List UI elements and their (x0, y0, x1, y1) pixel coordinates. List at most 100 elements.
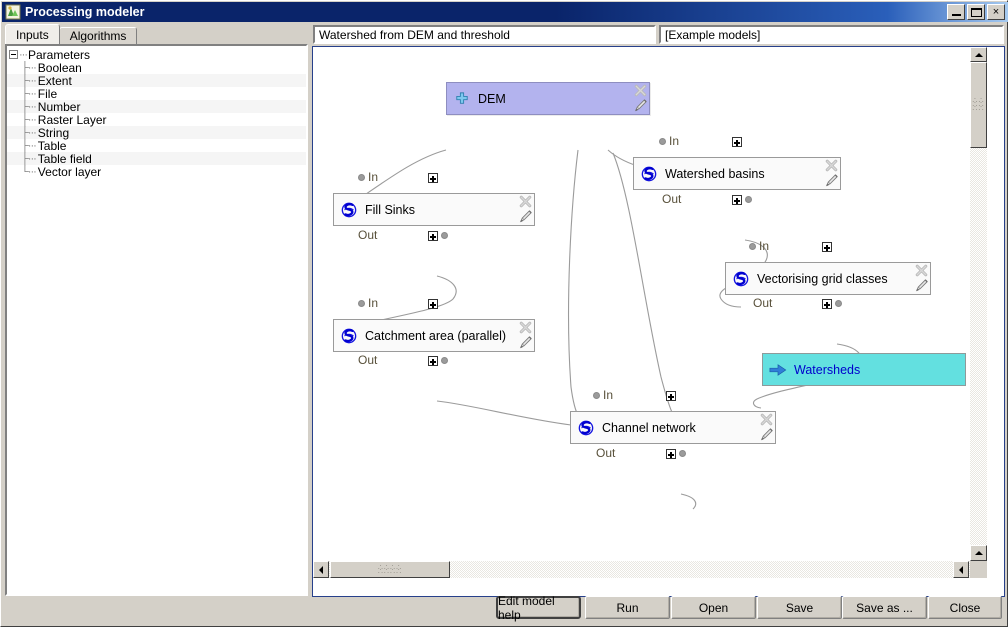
expand-output-params-button[interactable] (822, 299, 832, 309)
saga-algorithm-icon (340, 327, 357, 344)
maximize-icon (971, 8, 982, 17)
tree-item-table-field[interactable]: ├···Table field (7, 152, 306, 165)
delete-node-icon[interactable] (634, 84, 647, 97)
footer-button-open[interactable]: Open (671, 596, 756, 619)
footer-button-close[interactable]: Close (928, 596, 1002, 619)
footer-button-save[interactable]: Save (757, 596, 842, 619)
qgis-processing-icon (5, 4, 21, 20)
tab-inputs[interactable]: Inputs (5, 24, 60, 44)
node-input-port-label[interactable]: In (669, 134, 679, 148)
delete-node-icon[interactable] (519, 321, 532, 334)
grip-dots: ∴∴ ∴∴ ∴∴ (972, 99, 984, 111)
tree-item-extent[interactable]: ├···Extent (7, 74, 306, 87)
node-output-port-dot[interactable] (441, 357, 448, 364)
tree-item-parameters[interactable]: ··· Parameters (7, 48, 306, 61)
tree-item-label: String (38, 126, 69, 140)
node-output-port-dot[interactable] (441, 232, 448, 239)
expand-output-params-button[interactable] (732, 195, 742, 205)
vscroll-thumb[interactable]: ∴∴ ∴∴ ∴∴ (970, 62, 987, 148)
node-input-port-label[interactable]: In (368, 170, 378, 184)
node-input-port-label[interactable]: In (603, 388, 613, 402)
tree-item-table[interactable]: ├···Table (7, 139, 306, 152)
model-node-watersheds[interactable]: Watersheds (762, 353, 966, 386)
node-input-port-dot[interactable] (749, 243, 756, 250)
expand-input-params-button[interactable] (822, 242, 832, 252)
scroll-up-button[interactable] (970, 47, 987, 62)
edit-node-pencil-icon[interactable] (914, 278, 929, 293)
model-name-input[interactable]: Watershed from DEM and threshold (313, 25, 656, 44)
tree-item-vector-layer[interactable]: └···Vector layer (7, 165, 306, 178)
node-output-port-label[interactable]: Out (662, 192, 681, 206)
node-output-port-label[interactable]: Out (358, 353, 377, 367)
maximize-button[interactable] (967, 4, 985, 20)
delete-node-icon[interactable] (760, 413, 773, 426)
tree-item-boolean[interactable]: ├···Boolean (7, 61, 306, 74)
expand-output-params-button[interactable] (428, 231, 438, 241)
footer-button-run[interactable]: Run (585, 596, 670, 619)
expand-input-params-button[interactable] (666, 391, 676, 401)
footer-button-row: Edit model helpRunOpenSaveSave as ...Clo… (1, 596, 1008, 620)
tree-item-number[interactable]: ├···Number (7, 100, 306, 113)
model-node-channel-network[interactable]: Channel network (570, 411, 776, 444)
footer-button-edit-model-help[interactable]: Edit model help (496, 596, 581, 619)
model-node-fill-sinks[interactable]: Fill Sinks (333, 193, 535, 226)
node-output-port-label[interactable]: Out (753, 296, 772, 310)
canvas-horizontal-scrollbar[interactable]: ∴∴∴∴ ∴∴∴∴ (313, 561, 987, 578)
tree-stem-decoration: ├··· (21, 75, 36, 87)
delete-node-icon[interactable] (519, 195, 532, 208)
expand-output-params-button[interactable] (666, 449, 676, 459)
model-name-value: Watershed from DEM and threshold (319, 28, 510, 42)
tree-item-raster-layer[interactable]: ├···Raster Layer (7, 113, 306, 126)
delete-node-icon[interactable] (825, 159, 838, 172)
node-input-port-dot[interactable] (659, 138, 666, 145)
edit-node-pencil-icon[interactable] (759, 427, 774, 442)
expand-input-params-button[interactable] (428, 299, 438, 309)
model-node-catchment-area[interactable]: Catchment area (parallel) (333, 319, 535, 352)
scroll-left-button[interactable] (313, 561, 329, 578)
model-node-dem[interactable]: DEM (446, 82, 650, 115)
edit-node-pencil-icon[interactable] (824, 173, 839, 188)
grip-dots: ∴∴∴∴ ∴∴∴∴ (378, 566, 402, 574)
close-button[interactable]: × (987, 4, 1005, 20)
node-output-port-dot[interactable] (745, 196, 752, 203)
model-group-input[interactable]: [Example models] (659, 25, 1004, 44)
expand-output-params-button[interactable] (428, 356, 438, 366)
tree-item-string[interactable]: ├···String (7, 126, 306, 139)
tab-algorithms[interactable]: Algorithms (59, 27, 138, 44)
tree-stem-decoration: └··· (21, 166, 36, 178)
model-node-label: Watersheds (794, 363, 860, 377)
node-input-port-label[interactable]: In (368, 296, 378, 310)
model-canvas[interactable]: DEMInOutFill SinksInOutCatchment area (p… (313, 47, 987, 578)
scroll-up-button-bottom[interactable] (970, 545, 987, 561)
collapse-toggle-icon[interactable] (9, 50, 18, 59)
edit-node-pencil-icon[interactable] (518, 209, 533, 224)
node-output-port-label[interactable]: Out (358, 228, 377, 242)
node-output-port-dot[interactable] (679, 450, 686, 457)
hscroll-thumb[interactable]: ∴∴∴∴ ∴∴∴∴ (330, 561, 450, 578)
inputs-tree[interactable]: ··· Parameters ├···Boolean├···Extent├···… (5, 44, 308, 596)
tree-stem-decoration: ├··· (21, 101, 36, 113)
node-input-port-dot[interactable] (358, 300, 365, 307)
scroll-left-button-right[interactable] (953, 561, 969, 578)
edit-node-pencil-icon[interactable] (633, 98, 648, 113)
expand-input-params-button[interactable] (732, 137, 742, 147)
model-node-vectorising-grid-classes[interactable]: Vectorising grid classes (725, 262, 931, 295)
node-output-port-label[interactable]: Out (596, 446, 615, 460)
tree-stem-decoration: ├··· (21, 127, 36, 139)
window-title: Processing modeler (25, 5, 145, 19)
node-output-port-dot[interactable] (835, 300, 842, 307)
tree-item-file[interactable]: ├···File (7, 87, 306, 100)
node-input-port-dot[interactable] (358, 174, 365, 181)
canvas-vertical-scrollbar[interactable]: ∴∴ ∴∴ ∴∴ (970, 47, 987, 578)
expand-input-params-button[interactable] (428, 173, 438, 183)
tree-stem-decoration: ├··· (21, 88, 36, 100)
tree-item-label: Table field (38, 152, 92, 166)
model-node-watershed-basins[interactable]: Watershed basins (633, 157, 841, 190)
node-input-port-label[interactable]: In (759, 239, 769, 253)
minimize-button[interactable] (947, 4, 965, 20)
inputs-panel: Inputs Algorithms ··· Parameters ├···Boo… (5, 25, 308, 597)
delete-node-icon[interactable] (915, 264, 928, 277)
footer-button-save-as[interactable]: Save as ... (842, 596, 927, 619)
edit-node-pencil-icon[interactable] (518, 335, 533, 350)
node-input-port-dot[interactable] (593, 392, 600, 399)
